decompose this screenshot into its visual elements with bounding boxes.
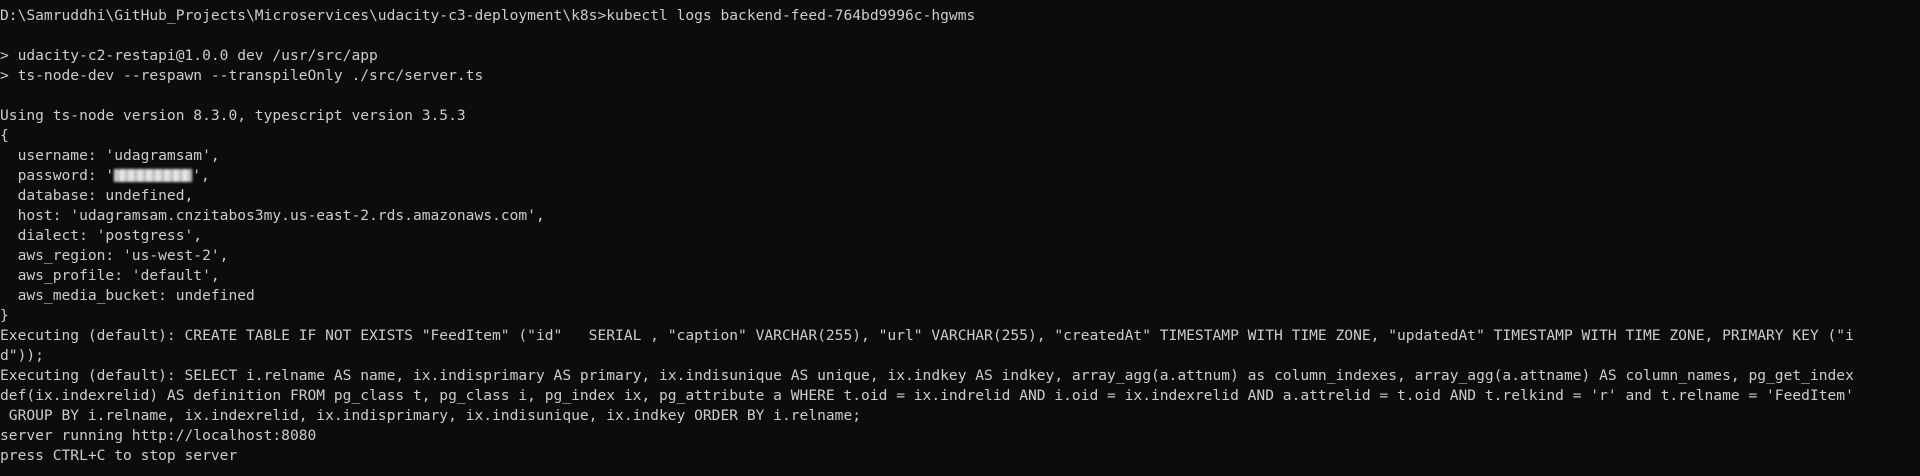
sql-create-table-wrap-line: d"));: [0, 347, 44, 364]
config-password-suffix: ',: [192, 167, 210, 184]
server-running-line: server running http://localhost:8080: [0, 427, 317, 444]
command-prompt-line: D:\Samruddhi\GitHub_Projects\Microservic…: [0, 7, 976, 24]
sql-create-table-line: Executing (default): CREATE TABLE IF NOT…: [0, 327, 1854, 344]
config-database-line: database: undefined,: [0, 187, 194, 204]
ts-node-version-line: Using ts-node version 8.3.0, typescript …: [0, 107, 466, 124]
config-password-line: password: ' ',: [0, 166, 1920, 186]
config-close-brace: }: [0, 307, 9, 324]
config-aws-media-bucket-line: aws_media_bucket: undefined: [0, 287, 255, 304]
redacted-password-blur: [114, 169, 193, 182]
config-open-brace: {: [0, 127, 9, 144]
config-host-line: host: 'udagramsam.cnzitabos3my.us-east-2…: [0, 207, 545, 224]
sql-select-index-line: Executing (default): SELECT i.relname AS…: [0, 367, 1854, 384]
terminal-window[interactable]: D:\Samruddhi\GitHub_Projects\Microservic…: [0, 0, 1920, 476]
config-password-prefix: password: ': [0, 167, 115, 184]
sql-select-index-wrap-line-2: GROUP BY i.relname, ix.indexrelid, ix.in…: [0, 407, 862, 424]
npm-script-line: > udacity-c2-restapi@1.0.0 dev /usr/src/…: [0, 47, 378, 64]
config-aws-profile-line: aws_profile: 'default',: [0, 267, 220, 284]
config-dialect-line: dialect: 'postgress',: [0, 227, 203, 244]
npm-command-line: > ts-node-dev --respawn --transpileOnly …: [0, 67, 484, 84]
stop-server-hint-line: press CTRL+C to stop server: [0, 447, 238, 464]
config-aws-region-line: aws_region: 'us-west-2',: [0, 247, 229, 264]
config-username-line: username: 'udagramsam',: [0, 147, 220, 164]
sql-select-index-wrap-line: def(ix.indexrelid) AS definition FROM pg…: [0, 387, 1854, 404]
